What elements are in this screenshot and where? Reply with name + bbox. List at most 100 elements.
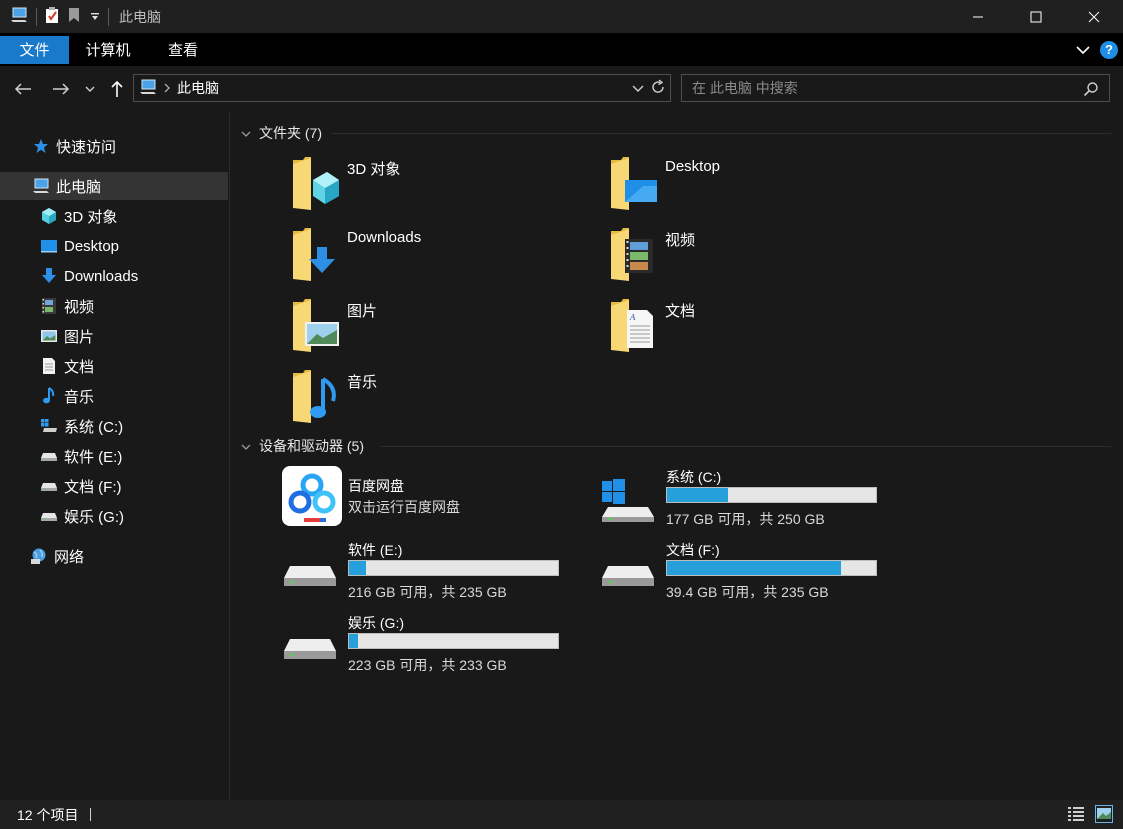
folder-item[interactable]: 视频 — [609, 227, 695, 283]
group-divider — [331, 133, 1111, 134]
drive-name: 软件 (E:) — [348, 542, 403, 558]
group-divider — [381, 446, 1111, 447]
folder-item[interactable]: Downloads — [291, 227, 421, 283]
app-name: 百度网盘 — [348, 478, 404, 494]
3d-objects-folder-icon — [291, 156, 341, 212]
sidebar-item-label: 快速访问 — [56, 138, 117, 156]
forward-button[interactable] — [50, 78, 72, 100]
breadcrumb[interactable]: 此电脑 — [177, 78, 219, 98]
search-input[interactable]: 在 此电脑 中搜索 — [692, 78, 798, 98]
folder-item[interactable]: 图片 — [291, 298, 377, 354]
drive-item[interactable]: 软件 (E:) 216 GB 可用，共 235 GB — [282, 540, 582, 602]
folder-item[interactable]: A 文档 — [609, 298, 695, 354]
minimize-icon — [973, 16, 983, 17]
drive-item[interactable]: 系统 (C:) 177 GB 可用，共 250 GB — [600, 467, 900, 529]
sidebar-item-drive-g[interactable]: 娱乐 (G:) — [0, 502, 228, 530]
close-button[interactable] — [1065, 0, 1123, 33]
drive-icon — [600, 562, 656, 595]
pictures-folder-icon — [291, 298, 341, 354]
recent-locations-button[interactable] — [82, 78, 98, 100]
ribbon-right-controls: ? — [1076, 33, 1118, 66]
folder-name: 图片 — [347, 303, 378, 320]
sidebar-item-videos[interactable]: 视频 — [0, 292, 228, 320]
navigation-bar: 此电脑 在 此电脑 中搜索 — [0, 66, 1123, 112]
toolbar-divider — [108, 7, 109, 26]
back-arrow-icon — [14, 83, 31, 95]
downloads-folder-icon — [291, 227, 341, 283]
new-folder-icon[interactable] — [68, 7, 80, 26]
tab-view[interactable]: 查看 — [147, 36, 219, 64]
sidebar-item-pictures[interactable]: 图片 — [0, 322, 228, 350]
drive-usage-fill — [349, 634, 358, 648]
sidebar-item-label: 3D 对象 — [64, 208, 118, 226]
sidebar-item-this-pc[interactable]: 此电脑 — [0, 172, 228, 200]
sidebar-item-desktop[interactable]: Desktop — [0, 232, 228, 260]
chevron-down-icon[interactable] — [241, 438, 251, 454]
breadcrumb-separator-icon[interactable] — [163, 80, 171, 96]
devices-group-header[interactable]: 设备和驱动器 (5) — [241, 436, 364, 456]
window-title: 此电脑 — [119, 8, 161, 25]
status-bar: 12 个项目 — [0, 800, 1123, 829]
content-pane: 文件夹 (7) 3D 对象 Desktop Downloads 视频 图片 A … — [231, 112, 1123, 800]
item-count: 12 个项目 — [17, 806, 79, 823]
sidebar-item-documents[interactable]: 文档 — [0, 352, 228, 380]
folder-item[interactable]: Desktop — [609, 156, 720, 212]
quick-access-toolbar: 此电脑 — [0, 0, 161, 33]
music-icon — [40, 387, 58, 405]
tab-computer[interactable]: 计算机 — [69, 36, 147, 64]
maximize-icon — [1030, 11, 1042, 22]
computer-icon[interactable] — [10, 7, 28, 26]
videos-folder-icon — [609, 227, 659, 283]
sidebar-item-downloads[interactable]: Downloads — [0, 262, 228, 290]
drive-capacity: 216 GB 可用，共 235 GB — [348, 584, 507, 600]
document-icon — [40, 357, 58, 375]
chevron-down-icon[interactable] — [241, 125, 251, 141]
sidebar-item-music[interactable]: 音乐 — [0, 382, 228, 410]
computer-icon — [32, 177, 50, 195]
search-icon[interactable] — [1083, 81, 1099, 100]
drive-item[interactable]: 娱乐 (G:) 223 GB 可用，共 233 GB — [282, 613, 582, 675]
title-bar: 此电脑 — [0, 0, 1123, 33]
sidebar-item-label: 文档 (F:) — [64, 478, 122, 496]
video-icon — [40, 297, 58, 315]
details-view-icon[interactable] — [1067, 805, 1085, 826]
star-icon — [32, 137, 50, 155]
app-subtitle: 双击运行百度网盘 — [348, 499, 460, 515]
sidebar-item-drive-c[interactable]: 系统 (C:) — [0, 412, 228, 440]
desktop-folder-icon — [609, 156, 659, 212]
sidebar-item-3d-objects[interactable]: 3D 对象 — [0, 202, 228, 230]
search-box[interactable]: 在 此电脑 中搜索 — [681, 74, 1110, 102]
customize-dropdown-icon[interactable] — [90, 9, 100, 25]
baidu-netdisk-icon — [282, 466, 342, 526]
large-icons-view-icon[interactable] — [1095, 805, 1113, 826]
expand-ribbon-icon[interactable] — [1076, 42, 1090, 58]
download-icon — [40, 267, 58, 285]
folder-item[interactable]: 3D 对象 — [291, 156, 400, 212]
sidebar-item-quick-access[interactable]: 快速访问 — [0, 132, 228, 160]
ribbon-tabs: 文件 计算机 查看 ? — [0, 33, 1123, 66]
tab-file[interactable]: 文件 — [0, 35, 69, 64]
sidebar-item-drive-e[interactable]: 软件 (E:) — [0, 442, 228, 470]
refresh-icon[interactable] — [650, 78, 666, 98]
help-icon[interactable]: ? — [1100, 40, 1118, 59]
chevron-down-icon[interactable] — [632, 80, 644, 96]
sidebar-item-drive-f[interactable]: 文档 (F:) — [0, 472, 228, 500]
sidebar-item-network[interactable]: 网络 — [0, 542, 228, 570]
minimize-button[interactable] — [949, 0, 1007, 33]
sidebar-item-label: 娱乐 (G:) — [64, 508, 124, 526]
up-button[interactable] — [106, 78, 128, 100]
sidebar-item-label: Downloads — [64, 267, 139, 285]
maximize-button[interactable] — [1007, 0, 1065, 33]
app-item[interactable]: 百度网盘 双击运行百度网盘 — [282, 466, 582, 528]
properties-icon[interactable] — [45, 6, 60, 27]
sidebar-item-label: 系统 (C:) — [64, 418, 124, 436]
folder-name: 3D 对象 — [347, 161, 401, 178]
folder-item[interactable]: 音乐 — [291, 369, 377, 425]
folders-group-header[interactable]: 文件夹 (7) — [241, 123, 322, 143]
address-bar[interactable]: 此电脑 — [133, 74, 671, 102]
drive-item[interactable]: 文档 (F:) 39.4 GB 可用，共 235 GB — [600, 540, 900, 602]
3d-objects-icon — [40, 207, 58, 225]
drive-icon — [282, 562, 338, 595]
back-button[interactable] — [12, 78, 34, 100]
navigation-pane: 快速访问 此电脑 3D 对象 Desktop Downloads 视频 图片 文… — [0, 112, 230, 800]
